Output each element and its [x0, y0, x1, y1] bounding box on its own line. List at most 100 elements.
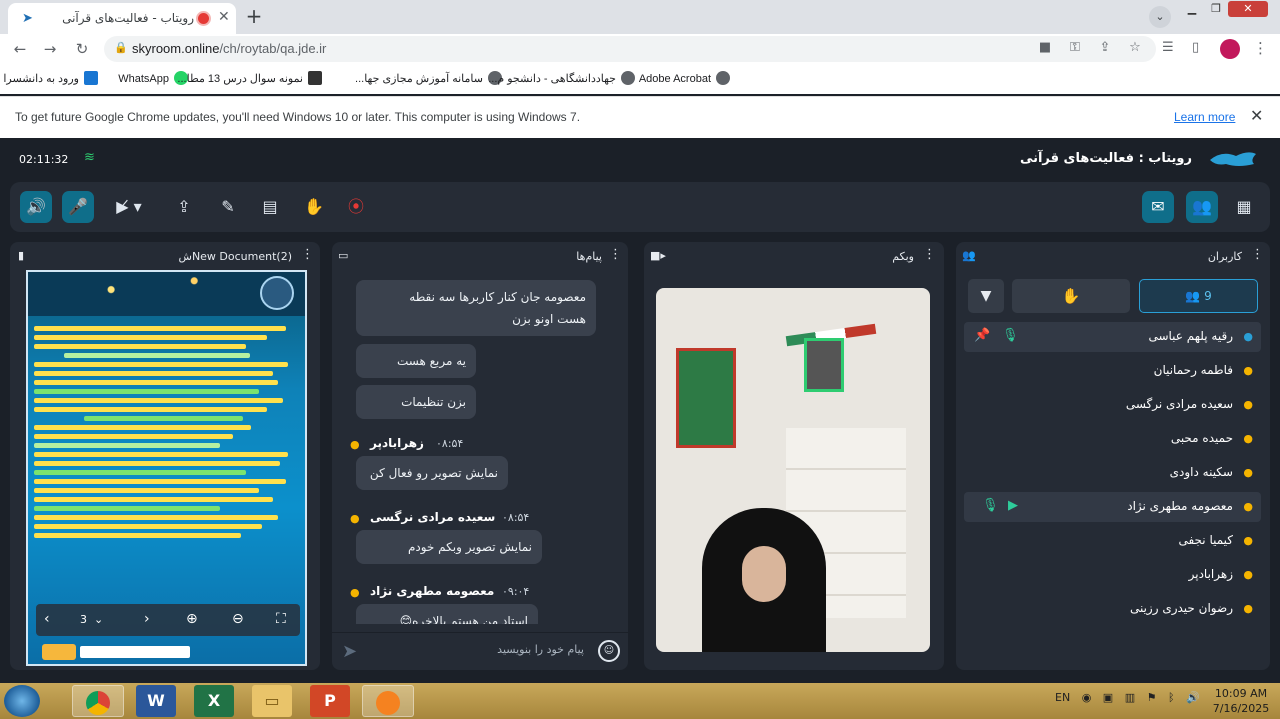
webcam-video: [656, 288, 930, 652]
message-input[interactable]: پیام خود را بنویسید: [372, 643, 584, 656]
new-tab-button[interactable]: +: [243, 6, 265, 28]
bookmark-item[interactable]: سامانه آموزش مجازی جها...: [355, 71, 502, 85]
chat-toggle-icon[interactable]: ✉: [1142, 191, 1174, 223]
clipboard-icon[interactable]: ▣: [1103, 691, 1113, 704]
powerpoint-taskbar-icon[interactable]: P: [310, 685, 350, 717]
emoji-icon[interactable]: ☺: [598, 640, 620, 662]
recording-indicator-icon: [198, 13, 209, 24]
skyroom-taskbar-icon[interactable]: [362, 685, 414, 717]
fullscreen-icon[interactable]: ⛶: [276, 611, 286, 627]
message-text: هست اونو بزن: [512, 312, 586, 326]
video-camera-icon[interactable]: ▶: [1008, 498, 1018, 513]
learn-more-link[interactable]: Learn more: [1174, 110, 1235, 124]
users-toggle-icon[interactable]: 👥: [1186, 191, 1218, 223]
message-author: معصومه مطهری نژاد: [370, 584, 495, 598]
bookmark-item[interactable]: ورود به دانشسرا: [3, 71, 98, 85]
filter-icon[interactable]: ▼: [968, 279, 1004, 313]
publisher-strip: [80, 646, 190, 658]
word-taskbar-icon[interactable]: W: [136, 685, 176, 717]
speaker-icon[interactable]: 🔊: [20, 191, 52, 223]
user-row[interactable]: ● فاطمه رحمانیان: [964, 356, 1261, 386]
user-row[interactable]: ● رقیه پلهم عباسی 🎙 📌: [964, 322, 1261, 352]
reading-list-icon[interactable]: ☰: [1162, 40, 1174, 55]
share-icon[interactable]: ⇪: [1094, 40, 1116, 55]
close-window-button[interactable]: ✕: [1228, 1, 1268, 17]
users-count-tab[interactable]: 👥 9: [1139, 279, 1258, 313]
user-row[interactable]: ● معصومه مطهری نژاد ▶ 🎙: [964, 492, 1261, 522]
infobar-message: To get future Google Chrome updates, you…: [15, 110, 581, 124]
taskbar-clock[interactable]: 10:09 AM 7/16/2025: [1208, 686, 1274, 716]
close-tab-icon[interactable]: ✕: [218, 9, 230, 25]
panel-menu-icon[interactable]: ⋮: [1251, 247, 1264, 262]
forward-button[interactable]: →: [40, 39, 60, 59]
message-time: ۰۹:۰۴: [502, 585, 530, 598]
message-text: استاد من هستم بالاخره😊: [399, 614, 528, 624]
record-icon[interactable]: ⦿: [340, 191, 372, 223]
bluetooth-icon[interactable]: ᛒ: [1168, 691, 1175, 704]
panel-menu-icon[interactable]: ⋮: [301, 247, 314, 262]
apps-grid-icon[interactable]: ▦: [1228, 191, 1260, 223]
user-row[interactable]: ● حمیده محبی: [964, 424, 1261, 454]
camera-off-icon[interactable]: ▶̸ ▾: [106, 191, 152, 223]
whiteboard-brush-icon[interactable]: ✎: [212, 191, 244, 223]
user-name: سکینه داودی: [1169, 465, 1233, 479]
user-name: معصومه مطهری نژاد: [1127, 499, 1233, 513]
back-button[interactable]: ←: [10, 39, 30, 59]
user-row[interactable]: ● زهرابادپر: [964, 560, 1261, 590]
browser-tab[interactable]: ➤ رویتاب - فعالیت‌های قرآنی ✕: [8, 3, 236, 34]
maximize-button[interactable]: ❐: [1204, 1, 1228, 17]
message-author: زهرابادپر: [370, 436, 424, 450]
previous-page-icon[interactable]: ‹: [44, 611, 50, 627]
send-icon[interactable]: ➤: [342, 641, 357, 662]
close-infobar-icon[interactable]: ✕: [1250, 106, 1263, 125]
webcam-panel: ■▸ وبکم ⋮: [644, 242, 944, 670]
bookmark-item[interactable]: Adobe Acrobat: [639, 71, 730, 85]
user-row[interactable]: ● سکینه داودی: [964, 458, 1261, 488]
minimize-button[interactable]: ▁: [1180, 1, 1204, 17]
bookmark-star-icon[interactable]: ☆: [1124, 40, 1146, 55]
profile-avatar[interactable]: [1220, 39, 1240, 59]
lock-icon[interactable]: 🔒: [114, 41, 128, 54]
user-name: رضوان حیدری رزینی: [1129, 601, 1233, 615]
language-indicator[interactable]: EN: [1055, 691, 1070, 704]
user-row[interactable]: ● رضوان حیدری رزینی: [964, 594, 1261, 624]
volume-icon[interactable]: 🔊: [1186, 691, 1200, 704]
tab-search-button[interactable]: ⌄: [1149, 6, 1171, 28]
raise-hand-icon[interactable]: ✋: [298, 191, 330, 223]
microphone-icon[interactable]: 🎙: [982, 498, 999, 513]
user-row[interactable]: ● کیمیا نجفی: [964, 526, 1261, 556]
side-panel-icon[interactable]: ▯: [1192, 40, 1199, 55]
user-row[interactable]: ● سعیده مرادی نرگسی: [964, 390, 1261, 420]
bookmark-item[interactable]: نمونه سوال درس 13 مطا...: [177, 71, 322, 85]
page-number[interactable]: 3: [80, 613, 87, 626]
network-icon[interactable]: ▥: [1125, 691, 1135, 704]
panel-menu-icon[interactable]: ⋮: [923, 247, 936, 262]
next-page-icon[interactable]: ›: [144, 611, 150, 627]
key-icon[interactable]: ⚿: [1064, 40, 1086, 55]
chrome-menu-icon[interactable]: ⋮: [1253, 39, 1268, 57]
tray-app-icon[interactable]: ◉: [1082, 691, 1092, 704]
document-icon: ▮: [18, 249, 25, 262]
excel-taskbar-icon[interactable]: X: [194, 685, 234, 717]
bookmark-label: نمونه سوال درس 13 مطا...: [177, 73, 303, 85]
microphone-icon[interactable]: 🎙: [1002, 328, 1019, 343]
files-icon[interactable]: ▤: [254, 191, 286, 223]
chrome-taskbar-icon[interactable]: [72, 685, 124, 717]
raised-hands-tab[interactable]: ✋: [1012, 279, 1130, 313]
zoom-in-icon[interactable]: ⊕: [186, 611, 198, 627]
panel-menu-icon[interactable]: ⋮: [609, 247, 622, 262]
screen-share-icon[interactable]: ⇪: [168, 191, 200, 223]
app-header: 02:11:32 ≋ رویتاب : فعالیت‌های قرآنی: [0, 138, 1280, 182]
zoom-out-icon[interactable]: ⊖: [232, 611, 244, 627]
reload-button[interactable]: ↻: [72, 39, 92, 59]
flag-icon[interactable]: ⚑: [1147, 691, 1157, 704]
address-bar[interactable]: 🔒 skyroom.online/ch/roytab/qa.jde.ir ■ ⚿ ⇪…: [104, 36, 1156, 62]
start-button[interactable]: [4, 685, 40, 717]
camera-icon[interactable]: ■: [1034, 40, 1056, 55]
pin-icon[interactable]: 📌: [974, 328, 990, 343]
message-text: یه مربع هست: [397, 354, 466, 368]
explorer-taskbar-icon[interactable]: ▭: [252, 685, 292, 717]
microphone-icon[interactable]: 🎤: [62, 191, 94, 223]
bookmark-item[interactable]: جهاددانشگاهی - دانشجو م...: [488, 71, 635, 85]
page-dropdown-icon[interactable]: ⌄: [94, 613, 103, 626]
